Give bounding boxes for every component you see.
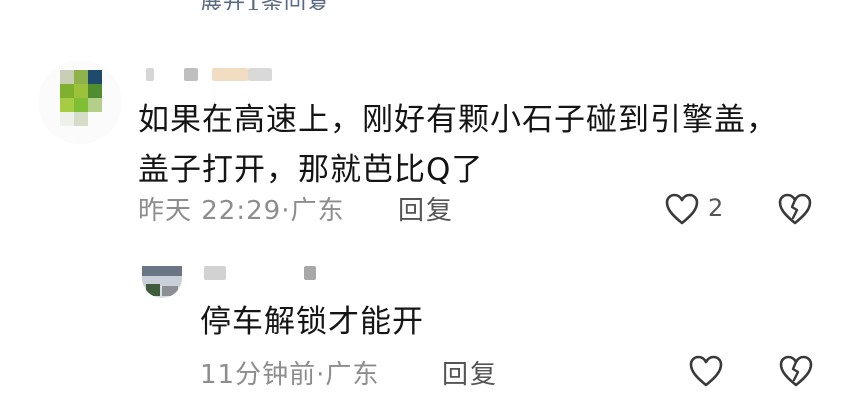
reply-button[interactable]: 回复 (398, 190, 454, 227)
comment-meta: 昨天 22:29·广东 (138, 190, 344, 227)
username-redacted (212, 68, 248, 81)
broken-heart-icon[interactable] (777, 192, 813, 226)
reply-location: 广东 (325, 360, 380, 390)
expand-replies-label: 展开1条回复 (200, 0, 330, 10)
like-count: 2 (708, 194, 724, 222)
avatar[interactable] (38, 60, 122, 144)
broken-heart-icon[interactable] (778, 354, 814, 388)
reply-avatar[interactable] (142, 266, 182, 298)
meta-separator: · (316, 360, 326, 390)
reply-button[interactable]: 回复 (442, 354, 498, 391)
reply-meta: 11分钟前·广东 (200, 354, 379, 391)
heart-outline-icon[interactable] (688, 354, 724, 388)
username-redacted (184, 68, 198, 81)
comment-text: 如果在高速上，刚好有颗小石子碰到引擎盖，盖子打开，那就芭比Q了 (138, 102, 778, 188)
heart-outline-icon[interactable] (664, 192, 700, 226)
comment-location: 广东 (290, 196, 345, 226)
reply-username-redacted (204, 266, 226, 280)
comment-time: 昨天 22:29 (138, 196, 282, 226)
reply-text: 停车解锁才能开 (200, 304, 424, 340)
reply-username-redacted (304, 266, 316, 280)
expand-replies-link[interactable]: 展开1条回复 (200, 0, 330, 10)
username-redacted (146, 68, 154, 81)
username-redacted (248, 68, 272, 81)
reply-time: 11分钟前 (200, 360, 317, 390)
